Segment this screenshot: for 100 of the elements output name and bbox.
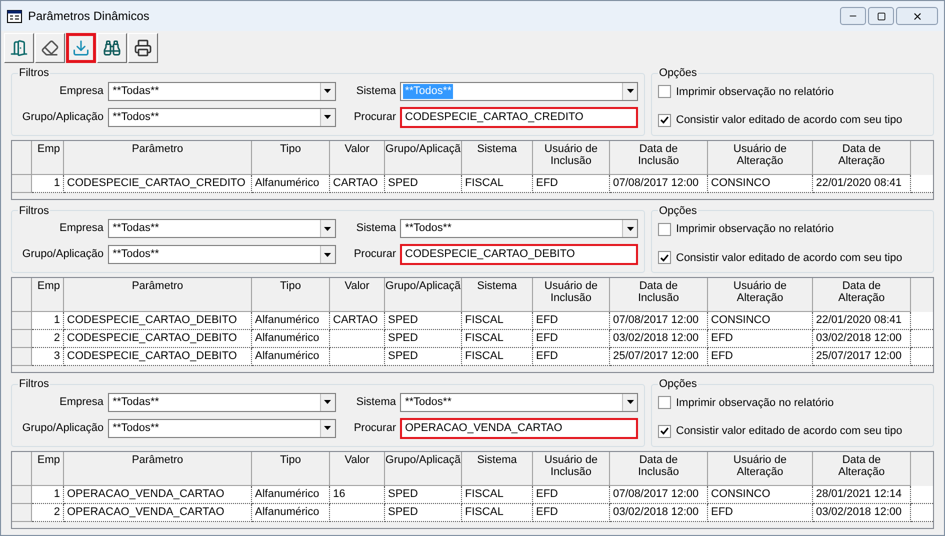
table-cell: CARTAO bbox=[330, 174, 385, 192]
group-legend: Opções bbox=[658, 376, 698, 392]
table-cell: EFD bbox=[533, 312, 610, 330]
table-cell: EFD bbox=[533, 486, 610, 504]
checkbox[interactable] bbox=[658, 396, 671, 410]
caret-icon bbox=[626, 89, 634, 93]
dropdown-button[interactable] bbox=[622, 220, 637, 237]
checkbox-label: Consistir valor editado de acordo com seu tipo bbox=[676, 424, 902, 439]
table-cell: FISCAL bbox=[462, 330, 533, 348]
dropdown-field[interactable]: **Todas** bbox=[108, 82, 336, 100]
table-cell: Alfanumérico bbox=[252, 504, 330, 522]
caret-icon bbox=[324, 400, 332, 404]
table-cell: FISCAL bbox=[462, 174, 533, 192]
table-cell: 03/02/2018 12:00 bbox=[610, 330, 708, 348]
table-cell: Alfanumérico bbox=[252, 348, 330, 366]
table-cell: 22/01/2020 08:41 bbox=[813, 312, 911, 330]
table-cell: FISCAL bbox=[462, 348, 533, 366]
dropdown-field[interactable]: **Todos** bbox=[108, 108, 336, 126]
dropdown-button[interactable] bbox=[320, 246, 335, 263]
table-cell: OPERACAO_VENDA_CARTAO bbox=[64, 504, 252, 522]
checkbox-label: Imprimir observação no relatório bbox=[676, 222, 834, 237]
dropdown-field[interactable]: **Todas** bbox=[108, 392, 336, 412]
caret-icon bbox=[626, 400, 634, 404]
table-cell: 07/08/2017 12:00 bbox=[610, 174, 708, 192]
download-icon bbox=[72, 39, 90, 57]
eraser-icon bbox=[41, 39, 59, 57]
dropdown-button[interactable] bbox=[320, 394, 335, 410]
search-field[interactable]: CODESPECIE_CARTAO_DEBITO bbox=[400, 244, 638, 265]
caret-icon bbox=[324, 89, 332, 93]
dropdown-field[interactable]: **Todos** bbox=[108, 418, 336, 438]
close-icon bbox=[912, 10, 922, 22]
table-cell: OPERACAO_VENDA_CARTAO bbox=[64, 486, 252, 504]
field-label: Procurar bbox=[352, 247, 396, 262]
dropdown-field[interactable]: **Todas** bbox=[108, 219, 336, 238]
checkbox[interactable] bbox=[658, 222, 671, 236]
table-cell: EFD bbox=[533, 330, 610, 348]
table-cell: Alfanumérico bbox=[252, 486, 330, 504]
checkbox[interactable] bbox=[658, 424, 671, 438]
table-cell: CARTAO bbox=[330, 312, 385, 330]
table-cell: FISCAL bbox=[462, 312, 533, 330]
table-cell: SPED bbox=[385, 504, 462, 522]
table-cell: CONSINCO bbox=[708, 174, 813, 192]
dropdown-button[interactable] bbox=[320, 220, 335, 237]
dropdown-button[interactable] bbox=[320, 108, 335, 126]
table-cell: EFD bbox=[533, 174, 610, 192]
field-label: Empresa bbox=[58, 394, 104, 410]
table-cell: 07/08/2017 12:00 bbox=[610, 312, 708, 330]
group-legend: Opções bbox=[658, 65, 698, 82]
checkbox[interactable] bbox=[658, 251, 671, 264]
table-cell: 3 bbox=[32, 348, 64, 366]
table-cell: 25/07/2017 12:00 bbox=[610, 348, 708, 366]
field-label: Empresa bbox=[58, 221, 104, 236]
checkbox[interactable] bbox=[658, 114, 671, 127]
dropdown-field[interactable]: **Todos** bbox=[400, 219, 638, 238]
table-cell: EFD bbox=[708, 348, 813, 366]
search-field[interactable]: OPERACAO_VENDA_CARTAO bbox=[400, 418, 638, 438]
caret-icon bbox=[324, 226, 332, 230]
table-cell: 22/01/2020 08:41 bbox=[813, 174, 911, 192]
dropdown-field[interactable]: **Todos** bbox=[400, 392, 638, 412]
table-cell: EFD bbox=[708, 504, 813, 522]
table-cell: SPED bbox=[385, 312, 462, 330]
table-cell: SPED bbox=[385, 174, 462, 192]
maximize-button[interactable] bbox=[868, 7, 894, 25]
table-cell: CONSINCO bbox=[708, 486, 813, 504]
table-cell: SPED bbox=[385, 348, 462, 366]
maximize-icon bbox=[876, 12, 886, 20]
table-cell: 1 bbox=[32, 174, 64, 192]
field-label: Procurar bbox=[352, 110, 396, 125]
checkbox[interactable] bbox=[658, 85, 671, 98]
group-legend: Opções bbox=[658, 202, 698, 219]
table-cell: 25/07/2017 12:00 bbox=[813, 348, 911, 366]
table-cell: CODESPECIE_CARTAO_CREDITO bbox=[64, 174, 252, 192]
dropdown-field[interactable]: **Todos** bbox=[108, 245, 336, 264]
door-icon bbox=[10, 39, 28, 57]
window-icon bbox=[7, 10, 22, 22]
checkbox-label: Imprimir observação no relatório bbox=[676, 396, 834, 410]
field-label: Sistema bbox=[355, 394, 396, 410]
checkbox-label: Imprimir observação no relatório bbox=[676, 84, 834, 100]
field-label: Grupo/Aplicação bbox=[21, 420, 104, 436]
dropdown-button[interactable] bbox=[622, 394, 637, 410]
caret-icon bbox=[324, 252, 332, 256]
check-icon bbox=[660, 254, 669, 262]
dropdown-button[interactable] bbox=[622, 82, 637, 100]
caret-icon bbox=[324, 426, 332, 430]
table-cell: EFD bbox=[533, 504, 610, 522]
table-cell: FISCAL bbox=[462, 504, 533, 522]
dropdown-button[interactable] bbox=[320, 420, 335, 436]
caret-icon bbox=[324, 115, 332, 119]
search-field[interactable]: CODESPECIE_CARTAO_CREDITO bbox=[400, 106, 638, 128]
check-icon bbox=[660, 116, 669, 124]
table-cell: Alfanumérico bbox=[252, 330, 330, 348]
binoculars-icon bbox=[103, 39, 121, 57]
field-label: Grupo/Aplicação bbox=[21, 110, 104, 125]
table-cell: CODESPECIE_CARTAO_DEBITO bbox=[64, 348, 252, 366]
caret-icon bbox=[626, 226, 634, 230]
table-cell: 16 bbox=[330, 486, 385, 504]
dropdown-button[interactable] bbox=[320, 82, 335, 100]
table-cell: CODESPECIE_CARTAO_DEBITO bbox=[64, 330, 252, 348]
printer-icon bbox=[134, 39, 152, 57]
close-button[interactable] bbox=[896, 7, 938, 25]
